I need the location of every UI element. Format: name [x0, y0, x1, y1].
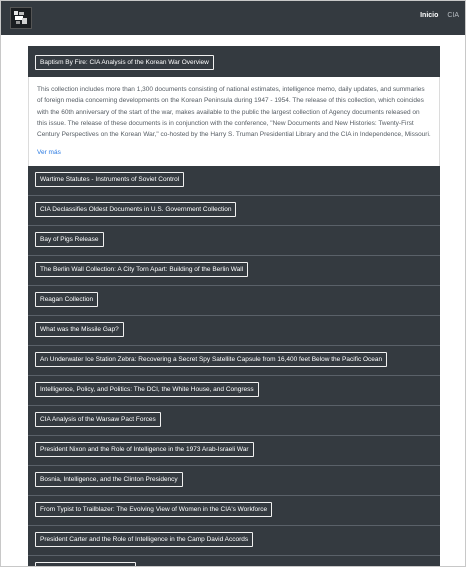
collection-title-button[interactable]: Bay of Pigs Release: [35, 232, 104, 248]
collection-item: President Carter and the Role of Intelli…: [28, 526, 440, 557]
collection-item: CIA Analysis of the Soviet Navy: [28, 556, 440, 566]
featured-collection: Baptism By Fire: CIA Analysis of the Kor…: [28, 46, 440, 167]
featured-body: This collection includes more than 1,300…: [28, 77, 440, 167]
collection-list: Baptism By Fire: CIA Analysis of the Kor…: [28, 46, 440, 566]
collection-item: President Nixon and the Role of Intellig…: [28, 436, 440, 467]
nav-links: Inicio CIA: [413, 12, 459, 19]
collection-item: Bosnia, Intelligence, and the Clinton Pr…: [28, 466, 440, 497]
collection-item: What was the Missile Gap?: [28, 316, 440, 347]
collection-title-button[interactable]: Reagan Collection: [35, 292, 99, 308]
collection-title-button[interactable]: Bosnia, Intelligence, and the Clinton Pr…: [35, 472, 183, 488]
collection-title-button[interactable]: Intelligence, Policy, and Politics: The …: [35, 382, 259, 398]
collection-item: Bay of Pigs Release: [28, 226, 440, 257]
collection-item: From Typist to Trailblazer: The Evolving…: [28, 496, 440, 527]
collection-rows: Wartime Statutes - Instruments of Soviet…: [28, 166, 440, 566]
collection-title-button[interactable]: What was the Missile Gap?: [35, 322, 124, 338]
collection-title-button[interactable]: Wartime Statutes - Instruments of Soviet…: [35, 172, 185, 188]
collection-title-button[interactable]: CIA Declassifies Oldest Documents in U.S…: [35, 202, 237, 218]
collection-item: CIA Declassifies Oldest Documents in U.S…: [28, 196, 440, 227]
featured-description: This collection includes more than 1,300…: [37, 86, 431, 139]
nav-link-cia[interactable]: CIA: [447, 12, 459, 19]
featured-title-button[interactable]: Baptism By Fire: CIA Analysis of the Kor…: [35, 55, 214, 70]
page-frame: Inicio CIA Baptism By Fire: CIA Analysis…: [0, 0, 466, 567]
featured-header: Baptism By Fire: CIA Analysis of the Kor…: [28, 46, 440, 77]
collection-title-button[interactable]: CIA Analysis of the Soviet Navy: [35, 562, 136, 566]
collection-item: CIA Analysis of the Warsaw Pact Forces: [28, 406, 440, 437]
logo-icon[interactable]: [10, 7, 32, 29]
collection-title-button[interactable]: An Underwater Ice Station Zebra: Recover…: [35, 352, 388, 368]
collection-title-button[interactable]: CIA Analysis of the Warsaw Pact Forces: [35, 412, 161, 428]
collection-title-button[interactable]: President Nixon and the Role of Intellig…: [35, 442, 254, 458]
collection-item: Wartime Statutes - Instruments of Soviet…: [28, 166, 440, 197]
collection-title-button[interactable]: The Berlin Wall Collection: A City Torn …: [35, 262, 249, 278]
collection-item: The Berlin Wall Collection: A City Torn …: [28, 256, 440, 287]
top-navbar: Inicio CIA: [1, 1, 465, 35]
collection-item: Reagan Collection: [28, 286, 440, 317]
collection-title-button[interactable]: President Carter and the Role of Intelli…: [35, 532, 254, 548]
nav-link-inicio[interactable]: Inicio: [420, 12, 438, 19]
collection-title-button[interactable]: From Typist to Trailblazer: The Evolving…: [35, 502, 273, 518]
collection-item: Intelligence, Policy, and Politics: The …: [28, 376, 440, 407]
read-more-link[interactable]: Ver más: [37, 149, 431, 156]
collection-item: An Underwater Ice Station Zebra: Recover…: [28, 346, 440, 377]
